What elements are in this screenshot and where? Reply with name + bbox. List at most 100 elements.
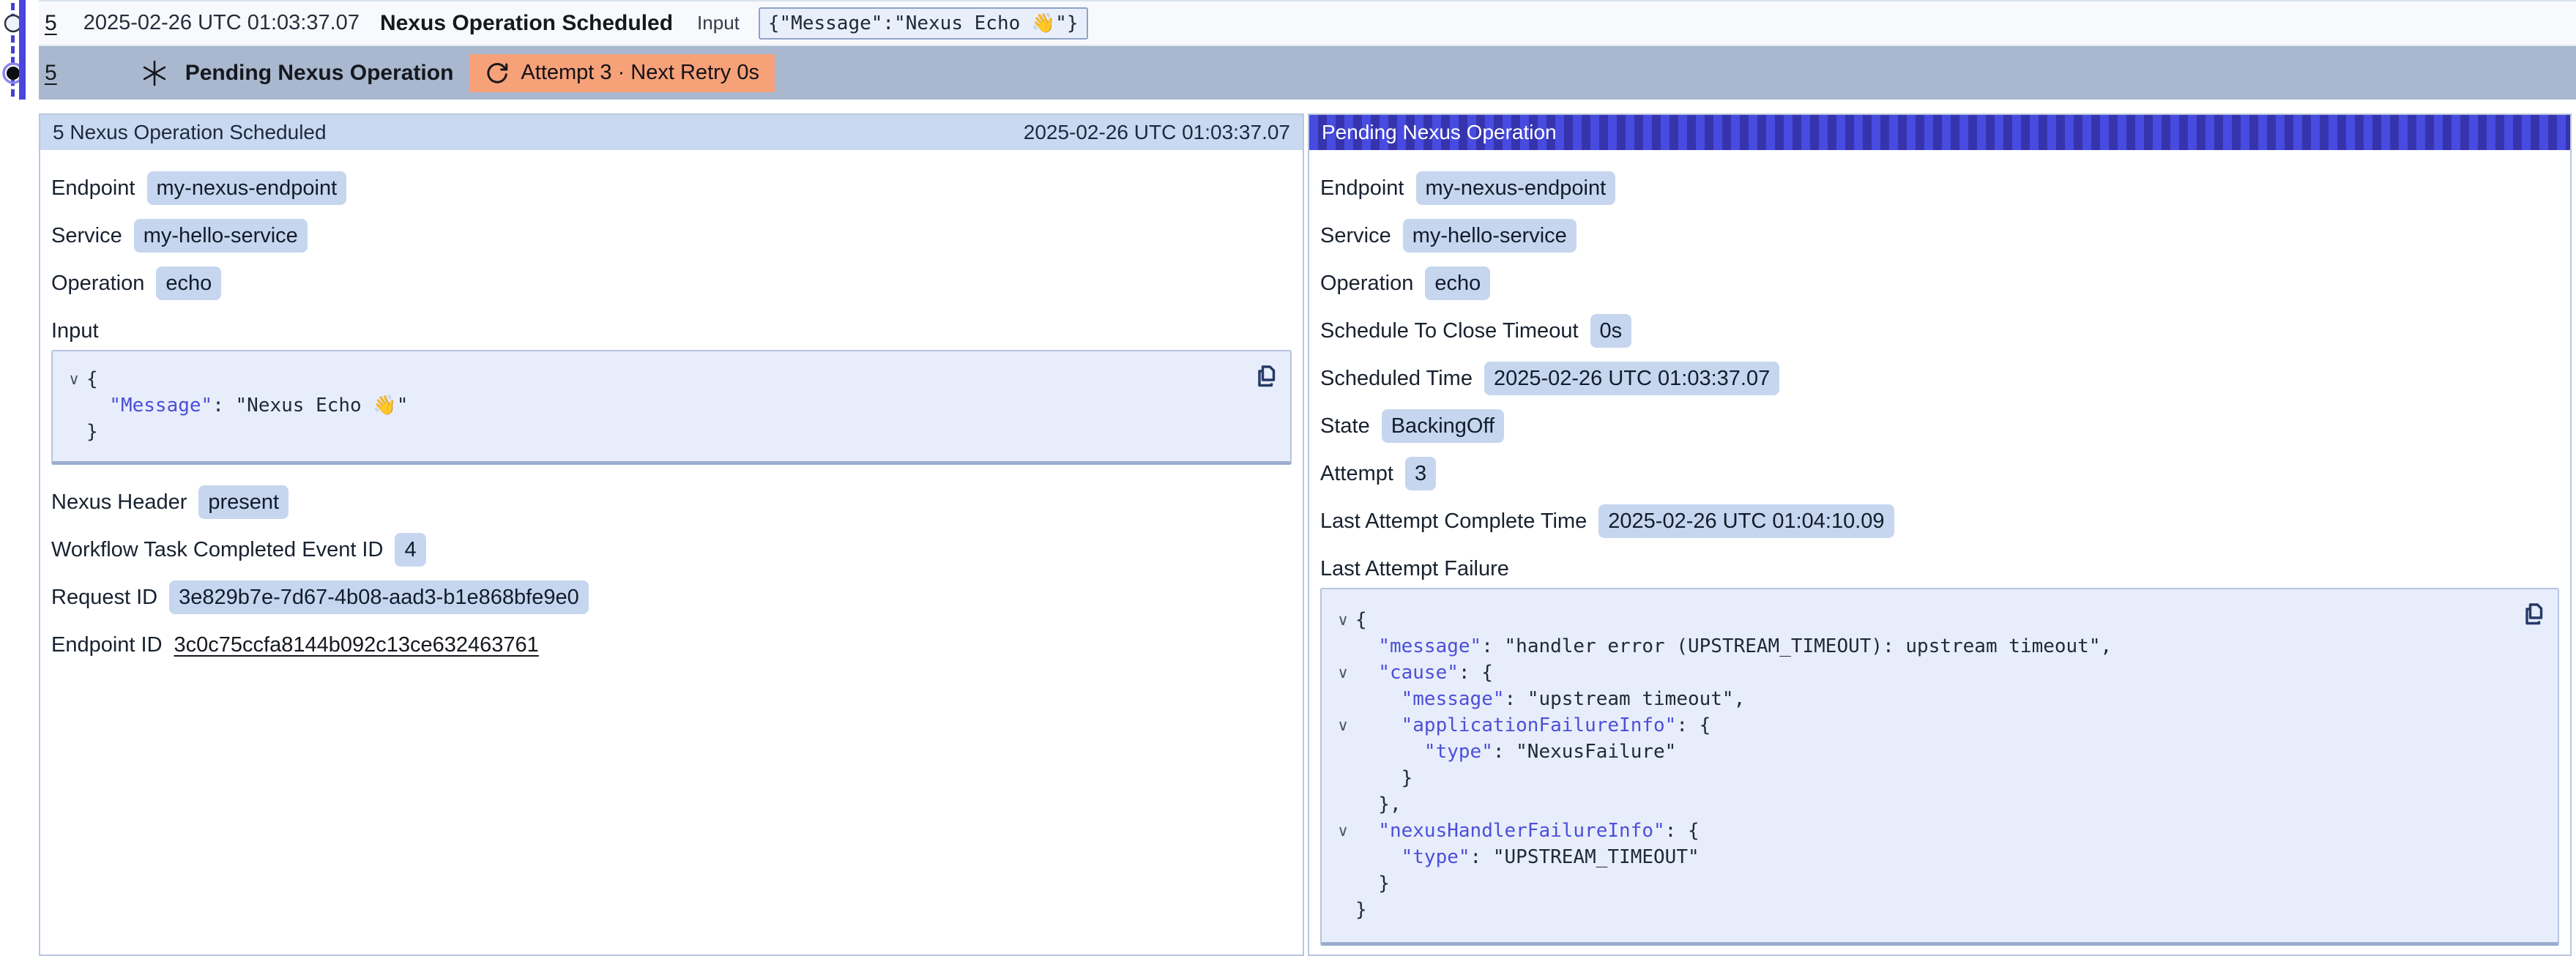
field-label: State (1320, 414, 1370, 438)
code-text: "type": "UPSTREAM_TIMEOUT" (1355, 844, 1700, 870)
timeline-gutter (0, 0, 39, 146)
field-request-id: Request ID 3e829b7e-7d67-4b08-aad3-b1e86… (51, 580, 1292, 614)
scheduled-event-detail-panel: 5 Nexus Operation Scheduled 2025-02-26 U… (39, 113, 1304, 956)
field-workflow-task-completed-event-id: Workflow Task Completed Event ID 4 (51, 533, 1292, 567)
code-line: }, (1330, 791, 2514, 818)
input-json-block: ∨{ "Message": "Nexus Echo 👋"} (51, 350, 1292, 465)
pending-operation-detail-panel: Pending Nexus Operation Endpoint my-nexu… (1308, 113, 2572, 956)
field-label: Attempt (1320, 462, 1393, 486)
field-operation: Operation echo (51, 266, 1292, 300)
last-attempt-failure-json-block: ∨{ "message": "handler error (UPSTREAM_T… (1320, 588, 2559, 946)
code-text: "message": "upstream timeout", (1355, 686, 1745, 712)
code-line: } (1330, 870, 2514, 897)
code-line: "message": "handler error (UPSTREAM_TIME… (1330, 633, 2514, 660)
input-section-label: Input (51, 316, 1292, 346)
field-value-chip: 0s (1590, 314, 1632, 348)
field-service: Service my-hello-service (1320, 219, 2559, 253)
code-line: ∨{ (62, 366, 1246, 392)
code-text: }, (1355, 791, 1401, 818)
field-label: Endpoint ID (51, 633, 163, 657)
pending-event-id-link[interactable]: 5 (45, 61, 57, 86)
field-state: State BackingOff (1320, 409, 2559, 443)
field-value-chip: 3 (1405, 457, 1436, 490)
copy-button[interactable] (1252, 362, 1280, 389)
field-label: Nexus Header (51, 490, 187, 515)
field-endpoint-id: Endpoint ID 3c0c75ccfa8144b092c13ce63246… (51, 628, 1292, 662)
field-nexus-header: Nexus Header present (51, 485, 1292, 519)
code-text: } (1355, 870, 1390, 897)
field-label: Endpoint (1320, 176, 1404, 201)
field-label: Workflow Task Completed Event ID (51, 538, 383, 562)
field-value-chip: present (198, 485, 289, 519)
code-text: "nexusHandlerFailureInfo": { (1355, 818, 1700, 844)
pending-asterisk-icon (139, 58, 170, 89)
event-input-chip[interactable]: {"Message":"Nexus Echo 👋"} (759, 7, 1088, 40)
code-line: "type": "UPSTREAM_TIMEOUT" (1330, 844, 2514, 870)
scheduled-panel-header: 5 Nexus Operation Scheduled 2025-02-26 U… (40, 115, 1303, 150)
code-text: } (1355, 765, 1412, 791)
copy-button[interactable] (2520, 600, 2547, 627)
code-text: } (86, 419, 98, 445)
collapse-chevron-icon[interactable]: ∨ (1330, 607, 1355, 633)
field-label: Request ID (51, 586, 157, 610)
field-label: Scheduled Time (1320, 367, 1473, 391)
field-value-chip: my-hello-service (1403, 219, 1577, 253)
collapse-chevron-icon[interactable]: ∨ (1330, 712, 1355, 739)
code-line: } (1330, 897, 2514, 923)
code-text: { (86, 366, 98, 392)
pending-title: Pending Nexus Operation (185, 61, 454, 86)
field-value-chip: my-nexus-endpoint (147, 171, 347, 205)
event-id-link[interactable]: 5 (45, 11, 57, 36)
field-value-chip: 3e829b7e-7d67-4b08-aad3-b1e868bfe9e0 (169, 580, 589, 614)
code-line: "message": "upstream timeout", (1330, 686, 2514, 712)
field-value-chip: 2025-02-26 UTC 01:04:10.09 (1598, 504, 1894, 538)
field-value-chip: my-hello-service (134, 219, 308, 253)
scheduled-panel-title: 5 Nexus Operation Scheduled (53, 121, 327, 144)
field-label: Operation (1320, 272, 1413, 296)
code-text: "type": "NexusFailure" (1355, 739, 1676, 765)
code-text: { (1355, 607, 1367, 633)
copy-icon (1253, 362, 1279, 389)
field-endpoint: Endpoint my-nexus-endpoint (51, 171, 1292, 205)
code-line: } (1330, 765, 2514, 791)
code-line: ∨ "applicationFailureInfo": { (1330, 712, 2514, 739)
retry-status-badge: Attempt 3 · Next Retry 0s (469, 54, 775, 92)
field-label: Endpoint (51, 176, 135, 201)
field-schedule-to-close-timeout: Schedule To Close Timeout 0s (1320, 314, 2559, 348)
last-attempt-failure-label: Last Attempt Failure (1320, 554, 2559, 583)
code-line: ∨{ (1330, 607, 2514, 633)
field-operation: Operation echo (1320, 266, 2559, 300)
field-service: Service my-hello-service (51, 219, 1292, 253)
collapse-chevron-icon[interactable]: ∨ (1330, 660, 1355, 686)
pending-panel-header: Pending Nexus Operation (1309, 115, 2570, 150)
retry-icon (485, 61, 510, 86)
endpoint-id-link[interactable]: 3c0c75ccfa8144b092c13ce632463761 (174, 633, 539, 657)
field-value-chip: echo (156, 266, 221, 300)
copy-icon (2520, 600, 2547, 627)
code-line: ∨ "nexusHandlerFailureInfo": { (1330, 818, 2514, 844)
event-history-view: 5 2025-02-26 UTC 01:03:37.07 Nexus Opera… (0, 0, 2576, 956)
event-title: Nexus Operation Scheduled (380, 11, 673, 36)
field-label: Operation (51, 272, 144, 296)
field-value-chip: 2025-02-26 UTC 01:03:37.07 (1484, 362, 1779, 395)
field-attempt: Attempt 3 (1320, 457, 2559, 490)
code-line: "Message": "Nexus Echo 👋" (62, 392, 1246, 419)
field-endpoint: Endpoint my-nexus-endpoint (1320, 171, 2559, 205)
field-label: Schedule To Close Timeout (1320, 319, 1579, 343)
code-text: "cause": { (1355, 660, 1493, 686)
scheduled-panel-timestamp: 2025-02-26 UTC 01:03:37.07 (1024, 121, 1290, 144)
collapse-chevron-icon[interactable]: ∨ (1330, 818, 1355, 844)
field-label: Service (1320, 224, 1391, 248)
code-text: "Message": "Nexus Echo 👋" (86, 392, 408, 419)
code-line: ∨ "cause": { (1330, 660, 2514, 686)
event-row-nexus-operation-scheduled[interactable]: 5 2025-02-26 UTC 01:03:37.07 Nexus Opera… (39, 0, 2576, 46)
collapse-chevron-icon[interactable]: ∨ (62, 366, 86, 392)
event-row-pending-nexus-operation[interactable]: 5 Pending Nexus Operation Attempt 3 · Ne… (39, 46, 2576, 100)
event-input-label: Input (697, 12, 740, 34)
field-value-chip: BackingOff (1382, 409, 1504, 443)
field-value-chip: my-nexus-endpoint (1416, 171, 1616, 205)
code-line: } (62, 419, 1246, 445)
code-text: "message": "handler error (UPSTREAM_TIME… (1355, 633, 2112, 660)
field-value-chip: echo (1425, 266, 1490, 300)
field-scheduled-time: Scheduled Time 2025-02-26 UTC 01:03:37.0… (1320, 362, 2559, 395)
